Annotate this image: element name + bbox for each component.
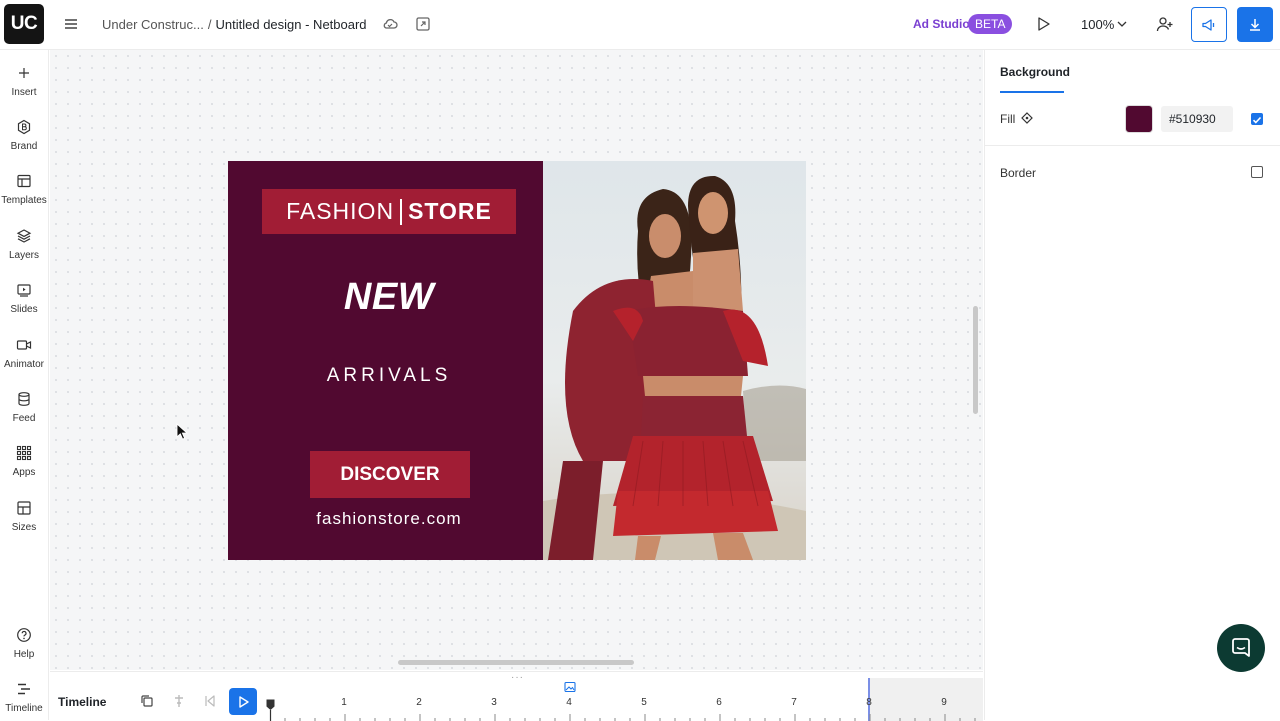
- apps-icon: [16, 445, 32, 461]
- beta-badge: BETA: [968, 14, 1013, 34]
- slides-icon: [17, 284, 31, 297]
- app-logo[interactable]: UC: [4, 4, 44, 44]
- sidebar-item-label: Apps: [12, 467, 36, 478]
- timeline-resize-grip[interactable]: ···: [511, 672, 524, 683]
- timeline-bar: ··· Timeline 1 2 3 4 5 6 7 8 9: [50, 671, 983, 721]
- breadcrumb-parent[interactable]: Under Construc...: [102, 17, 204, 32]
- diamond-keyframe-icon[interactable]: [1021, 112, 1033, 124]
- sidebar-item-feed[interactable]: Feed: [0, 391, 48, 424]
- sidebar-item-insert[interactable]: Insert: [0, 65, 48, 98]
- animator-icon: [16, 340, 32, 350]
- sidebar-item-label: Slides: [10, 304, 38, 315]
- layers-icon: [16, 229, 32, 243]
- brand-logo-box[interactable]: FASHION STORE: [262, 189, 516, 234]
- fashion-models-photo[interactable]: [543, 161, 806, 560]
- timeline-second-5: 5: [641, 697, 647, 708]
- sidebar-item-slides[interactable]: Slides: [0, 282, 48, 315]
- add-user-icon[interactable]: [1156, 15, 1174, 33]
- brand-divider: [400, 198, 403, 225]
- playhead[interactable]: [266, 699, 275, 721]
- timeline-second-1: 1: [341, 697, 347, 708]
- timeline-second-6: 6: [716, 697, 722, 708]
- timeline-second-2: 2: [416, 697, 422, 708]
- timeline-second-7: 7: [791, 697, 797, 708]
- canvas-horizontal-scrollbar[interactable]: [398, 660, 634, 665]
- sidebar-item-brand[interactable]: Brand: [0, 119, 48, 152]
- sidebar-item-help[interactable]: Help: [0, 627, 48, 660]
- sidebar-item-layers[interactable]: Layers: [0, 228, 48, 261]
- breadcrumb-separator: /: [207, 17, 212, 32]
- preview-link-icon[interactable]: [414, 15, 432, 33]
- download-button[interactable]: [1237, 7, 1273, 42]
- play-icon: [239, 695, 249, 708]
- sidebar-item-templates[interactable]: Templates: [0, 173, 48, 206]
- headline-text[interactable]: NEW: [228, 276, 550, 319]
- timeline-second-8: 8: [866, 697, 872, 708]
- sidebar-item-label: Help: [13, 649, 35, 660]
- website-url-text[interactable]: fashionstore.com: [228, 509, 550, 529]
- subheadline-text[interactable]: ARRIVALS: [228, 365, 550, 387]
- download-icon: [1250, 18, 1260, 31]
- duplicate-icon[interactable]: [140, 694, 154, 708]
- mouse-cursor-icon: [176, 423, 188, 440]
- image-keyframe-icon[interactable]: [564, 681, 576, 693]
- timeline-second-4: 4: [566, 697, 572, 708]
- breadcrumb: Under Construc... / Untitled design - Netb…: [102, 17, 367, 32]
- templates-icon: [17, 174, 31, 188]
- left-sidebar: Insert Brand Templates Layers Slides Ani…: [0, 50, 49, 720]
- skip-to-start-icon[interactable]: [203, 694, 217, 708]
- properties-panel: Background Fill #510930 Border: [984, 50, 1280, 720]
- plus-icon: [19, 68, 29, 78]
- sidebar-item-label: Feed: [12, 413, 36, 424]
- timeline-title: Timeline: [58, 695, 107, 709]
- zoom-level[interactable]: 100%: [1081, 17, 1114, 32]
- timeline-second-3: 3: [491, 697, 497, 708]
- ad-studio-link[interactable]: Ad Studio: [913, 17, 970, 31]
- tab-background[interactable]: Background: [1000, 65, 1070, 79]
- sidebar-item-label: Templates: [1, 195, 47, 206]
- document-title[interactable]: Untitled design - Netboard: [216, 17, 367, 32]
- play-preview-icon[interactable]: [1034, 15, 1052, 33]
- timeline-play-button[interactable]: [229, 688, 257, 715]
- active-tab-indicator: [1000, 91, 1064, 93]
- sidebar-item-label: Insert: [11, 87, 37, 98]
- border-enabled-checkbox[interactable]: [1251, 166, 1263, 178]
- brand-name-left: FASHION: [286, 198, 395, 224]
- fill-color-swatch[interactable]: [1125, 105, 1153, 133]
- checkmark-icon: [1252, 116, 1262, 124]
- ad-banner[interactable]: FASHION STORE NEW ARRIVALS DISCOVER fash…: [228, 161, 806, 560]
- feed-icon: [18, 392, 30, 406]
- fill-hex-input[interactable]: #510930: [1161, 106, 1233, 132]
- sidebar-item-timeline[interactable]: Timeline: [0, 681, 48, 714]
- fill-enabled-checkbox[interactable]: [1251, 113, 1263, 125]
- chevron-down-icon[interactable]: [1116, 16, 1128, 32]
- sidebar-item-label: Animator: [3, 359, 44, 370]
- sidebar-item-animator[interactable]: Animator: [0, 337, 48, 370]
- align-keyframes-icon[interactable]: [172, 694, 186, 708]
- sizes-icon: [17, 501, 31, 515]
- menu-icon[interactable]: [63, 16, 79, 32]
- fill-label: Fill: [1000, 112, 1016, 126]
- chat-icon: [1232, 638, 1250, 657]
- help-icon: [17, 628, 31, 642]
- canvas-vertical-scrollbar[interactable]: [973, 306, 978, 414]
- timeline-second-9: 9: [941, 697, 947, 708]
- cloud-saved-icon[interactable]: [381, 15, 399, 33]
- sidebar-item-label: Timeline: [5, 703, 43, 714]
- sidebar-item-label: Sizes: [11, 522, 37, 533]
- sidebar-item-sizes[interactable]: Sizes: [0, 500, 48, 533]
- discover-cta-button[interactable]: DISCOVER: [310, 451, 470, 498]
- section-divider: [985, 145, 1280, 146]
- brand-name-right: STORE: [408, 198, 492, 224]
- publish-ad-button[interactable]: [1191, 7, 1227, 42]
- sidebar-item-apps[interactable]: Apps: [0, 445, 48, 478]
- chat-support-button[interactable]: [1217, 624, 1265, 672]
- top-bar: UC Under Construc... / Untitled design - N…: [0, 0, 1280, 50]
- brand-icon: [17, 119, 31, 135]
- sidebar-item-label: Layers: [8, 250, 39, 261]
- sidebar-item-label: Brand: [10, 141, 38, 152]
- megaphone-icon: [1202, 18, 1215, 31]
- timeline-icon: [18, 683, 30, 695]
- border-label: Border: [1000, 166, 1037, 180]
